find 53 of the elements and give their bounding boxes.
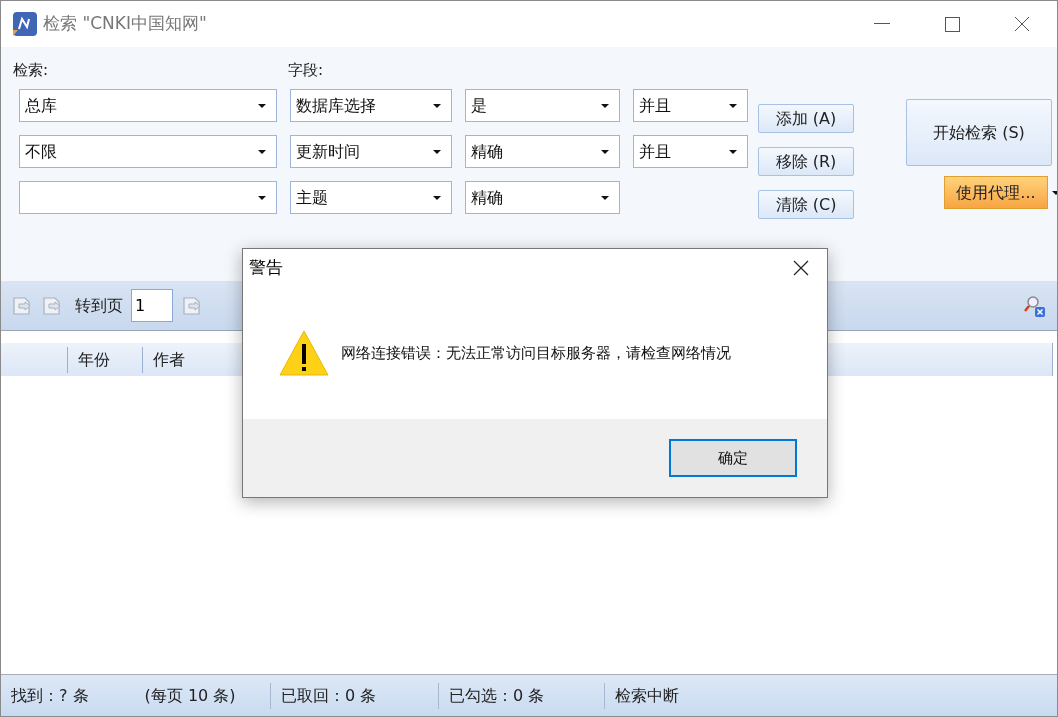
previous-page-icon[interactable] xyxy=(11,294,33,317)
search-label: 检索: xyxy=(13,60,50,81)
dropdown-caret-icon xyxy=(258,149,266,154)
window-title: 检索 "CNKI中国知网" xyxy=(43,12,207,36)
close-icon xyxy=(1014,16,1030,32)
column-header[interactable]: 作者 xyxy=(143,346,195,373)
action-button[interactable]: 移除 (R) xyxy=(758,147,854,176)
dropdown-caret-icon xyxy=(258,195,266,200)
field-label: 字段: xyxy=(288,60,324,81)
ok-button[interactable]: 确定 xyxy=(669,439,797,477)
goto-page-label: 转到页 xyxy=(75,294,123,317)
proxy-button[interactable]: 使用代理... xyxy=(944,176,1048,209)
maximize-icon xyxy=(944,16,960,32)
page-icon[interactable] xyxy=(181,294,203,317)
action-button[interactable]: 添加 (A) xyxy=(758,104,854,133)
dropdown-caret-icon xyxy=(258,103,266,108)
dropdown[interactable]: 数据库选择 xyxy=(290,89,452,122)
next-page-icon[interactable] xyxy=(41,294,63,317)
dropdown[interactable]: 主题 xyxy=(290,181,452,214)
status-text: 检索中断 xyxy=(615,684,679,707)
start-search-button[interactable]: 开始检索 (S) xyxy=(906,99,1052,166)
dropdown-caret-icon xyxy=(729,103,737,108)
dropdown[interactable]: 不限 xyxy=(19,135,277,168)
dropdown[interactable]: 更新时间 xyxy=(290,135,452,168)
dropdown[interactable] xyxy=(19,181,277,214)
status-text: 找到：? 条 xyxy=(11,684,89,707)
dropdown[interactable]: 并且 xyxy=(633,135,748,168)
column-header[interactable]: 年份 xyxy=(68,346,143,373)
dropdown-caret-icon xyxy=(601,149,609,154)
dropdown[interactable]: 总库 xyxy=(19,89,277,122)
status-text: (每页 10 条) xyxy=(144,684,236,707)
dropdown[interactable]: 精确 xyxy=(465,181,620,214)
dialog-message: 网络连接错误：无法正常访问目标服务器，请检查网络情况 xyxy=(341,342,731,364)
dropdown[interactable]: 是 xyxy=(465,89,620,122)
close-icon[interactable] xyxy=(793,260,809,276)
dropdown-caret-icon xyxy=(433,103,441,108)
dropdown-caret-icon xyxy=(729,149,737,154)
app-logo-icon xyxy=(13,12,37,36)
dropdown-caret-icon xyxy=(1052,190,1057,195)
warning-icon xyxy=(279,330,329,376)
page-number-field[interactable]: 1 xyxy=(131,289,173,322)
action-button[interactable]: 清除 (C) xyxy=(758,190,854,219)
dropdown-caret-icon xyxy=(433,149,441,154)
status-text: 已勾选：0 条 xyxy=(449,684,545,707)
dropdown[interactable]: 并且 xyxy=(633,89,748,122)
dropdown-caret-icon xyxy=(601,103,609,108)
dropdown-caret-icon xyxy=(433,195,441,200)
clear-search-icon[interactable] xyxy=(1023,293,1047,318)
dialog-title: 警告 xyxy=(249,256,283,280)
dropdown-caret-icon xyxy=(601,195,609,200)
status-text: 已取回：0 条 xyxy=(281,684,377,707)
dropdown[interactable]: 精确 xyxy=(465,135,620,168)
minimize-icon xyxy=(874,23,890,25)
